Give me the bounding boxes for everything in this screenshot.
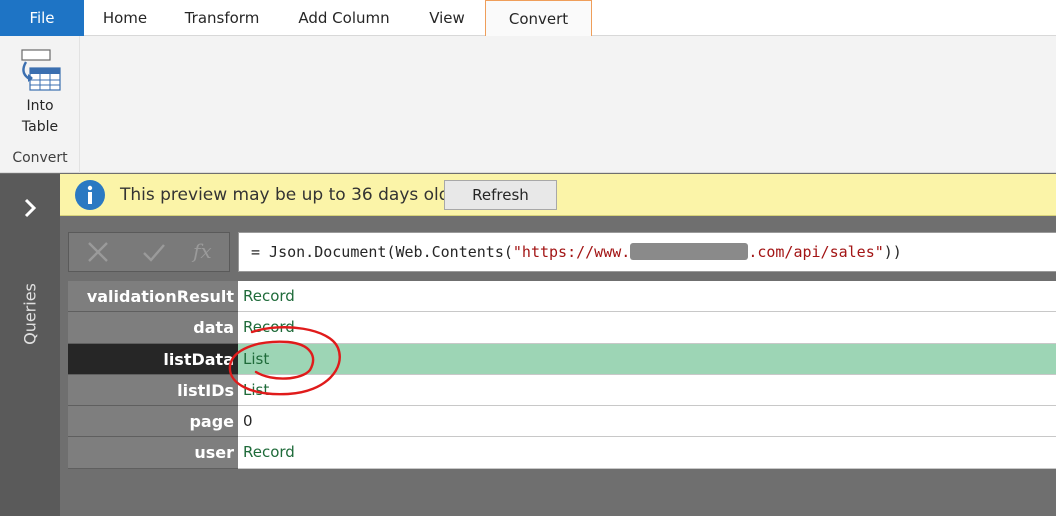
tab-transform[interactable]: Transform [166,0,278,36]
formula-url-end: .com/api/sales" [748,243,884,261]
field-name: data [68,312,238,344]
group-label-convert: Convert [12,150,68,166]
field-name: user [68,437,238,469]
info-icon [75,180,105,210]
formula-bar-buttons: fx [68,232,230,272]
check-icon[interactable] [139,239,169,267]
tab-add-column[interactable]: Add Column [278,0,410,36]
record-row-selected[interactable]: listData List [68,343,1056,375]
tab-convert[interactable]: Convert [485,0,592,37]
info-message: This preview may be up to 36 days old. [120,185,455,205]
formula-text: = Json.Document(Web.Contents("https://ww… [251,243,902,261]
close-icon[interactable] [83,239,113,267]
record-row[interactable]: page 0 [68,406,1056,438]
formula-prefix: = Json.Document(Web.Contents( [251,243,513,261]
tab-file[interactable]: File [0,0,84,36]
refresh-button[interactable]: Refresh [444,180,557,210]
queries-pane: Queries [0,174,60,516]
queries-label[interactable]: Queries [8,274,52,354]
formula-url-start: "https://www. [512,243,631,261]
into-table-label-line2: Table [21,119,59,135]
formula-bar[interactable]: = Json.Document(Web.Contents("https://ww… [238,232,1056,272]
chevron-right-icon[interactable] [18,196,42,220]
tab-home[interactable]: Home [84,0,166,36]
field-value-link[interactable]: Record [238,312,1056,344]
tab-view[interactable]: View [410,0,484,36]
ribbon-tabs: File Home Transform Add Column View Conv… [0,0,1056,37]
preview-info-bar: This preview may be up to 36 days old. R… [60,174,1056,216]
record-row[interactable]: data Record [68,312,1056,344]
record-row[interactable]: user Record [68,437,1056,469]
field-value: 0 [238,406,1056,438]
into-table-icon [21,49,61,91]
fx-icon[interactable]: fx [193,237,223,265]
field-name: listData [68,343,238,375]
field-name: listIDs [68,374,238,407]
field-name: validationResult [68,281,238,313]
record-row[interactable]: validationResult Record [68,281,1056,313]
field-value-link[interactable]: Record [238,437,1056,469]
record-grid: validationResult Record data Record list… [68,281,1056,469]
field-value-link[interactable]: List [238,374,1056,407]
redacted-domain [630,243,749,260]
field-value-link[interactable]: Record [238,281,1056,313]
field-value-link[interactable]: List [238,343,1056,375]
record-row[interactable]: listIDs List [68,374,1056,407]
into-table-button[interactable]: Into Table [6,44,74,144]
field-name: page [68,406,238,438]
into-table-label-line1: Into [26,98,54,114]
convert-group: Into Table Convert [0,36,80,173]
ribbon-panel: Into Table Convert [0,36,1056,173]
formula-suffix: )) [883,243,902,261]
